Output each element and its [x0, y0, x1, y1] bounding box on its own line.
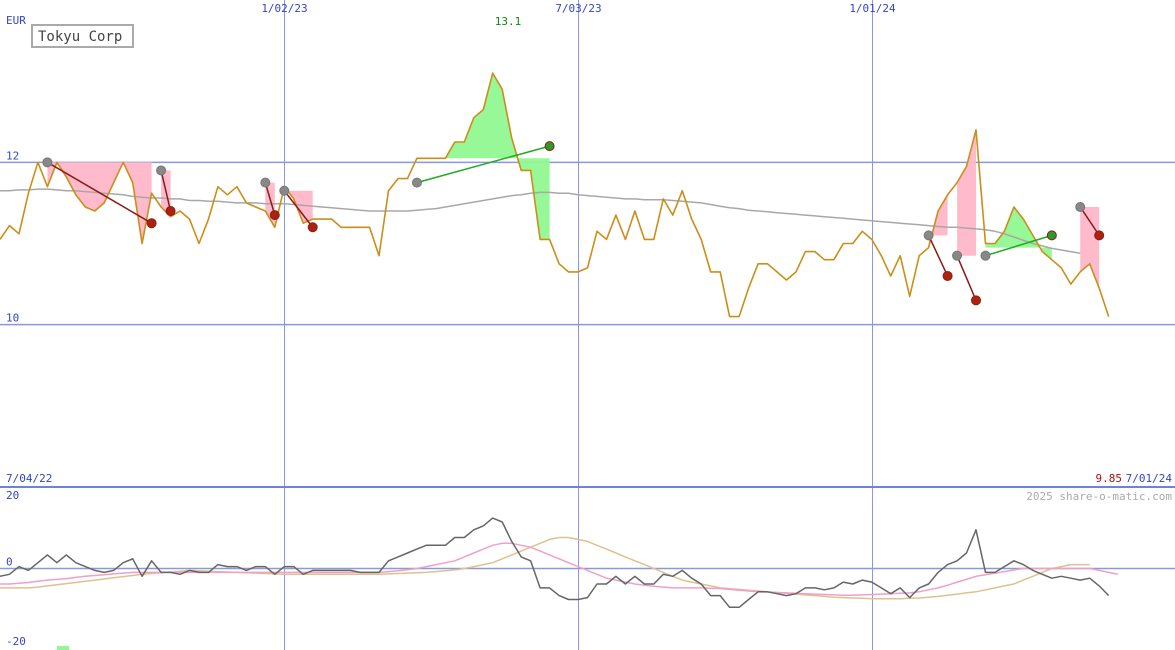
trade-entry-7: [980, 250, 991, 261]
trade-exit-8: [1094, 230, 1105, 241]
trade-exit-6: [971, 295, 982, 306]
price-chart: 12 10 1/02/23 7/03/23 1/01/24 20 0 -20 Tokyu C…: [0, 0, 1175, 650]
trade-entry-0: [42, 157, 53, 168]
trade-entry-2: [260, 177, 271, 188]
trade-exit-7: [1046, 230, 1057, 241]
trade-entry-8: [1075, 201, 1086, 212]
price-tick-10: 10: [6, 312, 19, 325]
date-tick-1/01/24: 1/01/24: [849, 2, 896, 15]
credit-label: 2025 share-o-matic.com: [1026, 490, 1172, 503]
high-label: 13.1: [495, 15, 522, 28]
price-tick-12: 12: [6, 149, 19, 162]
momentum-tick-0: 0: [6, 556, 13, 569]
date-tick-1/02/23: 1/02/23: [261, 2, 307, 15]
trade-entry-1: [156, 165, 167, 176]
end-date-label: 7/01/24: [1126, 472, 1173, 485]
momentum-tick--20: -20: [6, 635, 26, 648]
trade-exit-5: [942, 270, 953, 281]
trade-entry-5: [923, 230, 934, 241]
start-date-label: 7/04/22: [6, 472, 52, 485]
trade-exit-2: [269, 210, 280, 221]
trade-exit-0: [146, 218, 157, 229]
trade-exit-3: [307, 222, 318, 233]
trade-exit-1: [165, 206, 176, 217]
trade-exit-4: [544, 141, 555, 152]
title-box: Tokyu Corp: [31, 24, 134, 48]
currency-label: EUR: [6, 14, 26, 27]
momentum-tick-20: 20: [6, 489, 19, 502]
trade-entry-3: [279, 185, 290, 196]
trade-entry-6: [952, 250, 963, 261]
trade-entry-4: [411, 177, 422, 188]
last-price-label: 9.85: [1096, 472, 1123, 485]
legend-marker: [57, 646, 69, 650]
date-tick-7/03/23: 7/03/23: [555, 2, 601, 15]
chart-title: Tokyu Corp: [38, 29, 122, 45]
